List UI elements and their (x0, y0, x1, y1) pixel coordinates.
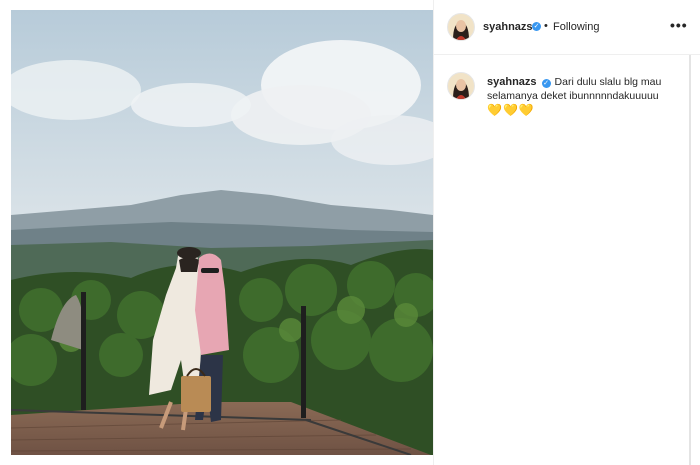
verified-badge-icon: ✓ (532, 22, 541, 31)
caption-username[interactable]: syahnazs (487, 76, 537, 88)
post-photo-image (11, 10, 433, 455)
verified-badge-icon: ✓ (541, 79, 551, 88)
avatar-image (448, 14, 474, 40)
caption-emoji: 💛💛💛 (487, 103, 535, 117)
author-avatar[interactable] (447, 13, 475, 41)
header-separator: • (544, 20, 548, 32)
comments-section: syahnazs ✓ Dari dulu slalu blg mau selaman… (434, 55, 691, 465)
follow-status-button[interactable]: Following (553, 21, 599, 33)
post-header: syahnazs ✓ • Following ••• (434, 0, 700, 55)
more-options-icon[interactable]: ••• (670, 17, 688, 33)
avatar-image (448, 73, 474, 99)
caption: syahnazs ✓ Dari dulu slalu blg mau selaman… (487, 75, 677, 118)
post-photo[interactable] (11, 10, 433, 455)
author-username[interactable]: syahnazs (483, 21, 533, 33)
instagram-post: syahnazs ✓ • Following ••• syahnazs ✓ Dari… (0, 0, 700, 465)
caption-author-avatar[interactable] (447, 72, 475, 100)
post-sidebar: syahnazs ✓ • Following ••• syahnazs ✓ Dari… (433, 0, 700, 465)
